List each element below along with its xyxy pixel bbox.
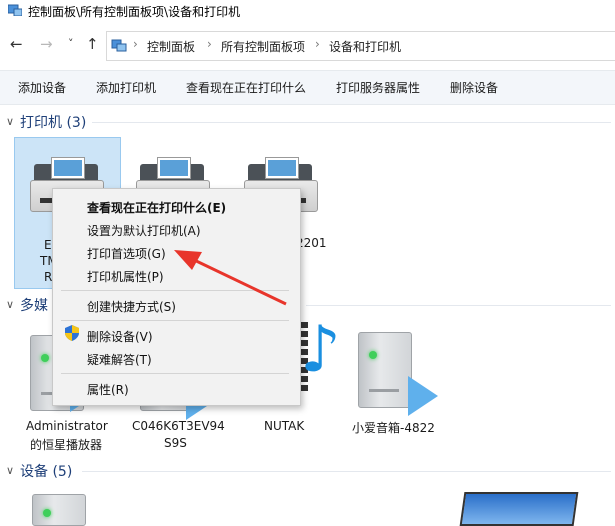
media-label: NUTAK: [264, 419, 305, 433]
chevron-down-icon: ∨: [6, 464, 15, 477]
print-server-properties-button[interactable]: 打印服务器属性: [336, 79, 420, 96]
chevron-down-icon: ∨: [6, 298, 15, 311]
window-title: 控制面板\所有控制面板项\设备和打印机: [28, 5, 241, 19]
play-icon: [408, 376, 438, 416]
title-bar: 控制面板\所有控制面板项\设备和打印机: [0, 0, 615, 22]
navigation-bar: ← → ˅ ↑ › 控制面板 › 所有控制面板项 › 设备和打印机: [0, 28, 615, 62]
command-toolbar: 添加设备 添加打印机 查看现在正在打印什么 打印服务器属性 删除设备: [0, 70, 615, 105]
breadcrumb-all-items[interactable]: 所有控制面板项: [221, 38, 305, 55]
menu-separator: [61, 290, 289, 291]
recent-locations-dropdown[interactable]: ˅: [68, 36, 74, 52]
menu-separator: [61, 320, 289, 321]
media-label: Administrator: [26, 419, 108, 433]
chevron-down-icon: ∨: [6, 115, 15, 128]
breadcrumb-separator: ›: [315, 37, 320, 51]
divider: [306, 305, 611, 306]
menu-item-printing-preferences[interactable]: 打印首选项(G): [87, 245, 166, 262]
forward-button[interactable]: →: [40, 36, 53, 52]
see-printing-button[interactable]: 查看现在正在打印什么: [186, 79, 306, 96]
breadcrumb-separator: ›: [207, 37, 212, 51]
context-menu: 查看现在正在打印什么(E) 设置为默认打印机(A) 打印首选项(G) 打印机属性…: [52, 188, 301, 406]
menu-item-remove-device[interactable]: 删除设备(V): [87, 328, 153, 345]
media-device-icon[interactable]: [358, 332, 412, 408]
group-title: 设备 (5): [20, 464, 73, 480]
breadcrumb-control-panel[interactable]: 控制面板: [147, 38, 195, 55]
group-header-devices[interactable]: ∨ 设备 (5): [6, 461, 611, 481]
media-label: 的恒星播放器: [30, 438, 103, 452]
control-panel-icon: [111, 39, 127, 52]
menu-item-see-printing[interactable]: 查看现在正在打印什么(E): [87, 199, 226, 216]
remove-device-button[interactable]: 删除设备: [450, 79, 498, 96]
group-title: 打印机 (3): [20, 115, 87, 131]
media-label: C046K6T3EV94: [132, 419, 225, 433]
menu-item-set-default[interactable]: 设置为默认打印机(A): [87, 222, 201, 239]
media-label: 小爱音箱-4822: [352, 421, 435, 435]
breadcrumb-devices-printers[interactable]: 设备和打印机: [329, 38, 401, 55]
shield-icon: [65, 325, 79, 341]
device-icon[interactable]: [32, 494, 86, 526]
menu-separator: [61, 373, 289, 374]
media-label: S9S: [164, 436, 187, 450]
menu-item-properties[interactable]: 属性(R): [87, 381, 129, 398]
add-device-button[interactable]: 添加设备: [18, 79, 66, 96]
printer-label-line1: E: [44, 238, 52, 252]
group-title: 多媒: [20, 298, 48, 314]
music-note-icon: ♪: [300, 313, 341, 387]
divider: [92, 122, 611, 123]
group-header-printers[interactable]: ∨ 打印机 (3): [6, 112, 611, 132]
address-bar[interactable]: › 控制面板 › 所有控制面板项 › 设备和打印机: [106, 31, 615, 61]
back-button[interactable]: ←: [10, 36, 23, 52]
add-printer-button[interactable]: 添加打印机: [96, 79, 156, 96]
menu-item-create-shortcut[interactable]: 创建快捷方式(S): [87, 298, 176, 315]
divider: [82, 471, 611, 472]
breadcrumb-separator: ›: [133, 37, 138, 51]
monitor-icon[interactable]: [459, 492, 579, 526]
menu-item-printer-properties[interactable]: 打印机属性(P): [87, 268, 164, 285]
control-panel-icon: [8, 4, 22, 16]
menu-item-troubleshoot[interactable]: 疑难解答(T): [87, 351, 152, 368]
up-button[interactable]: ↑: [86, 36, 99, 52]
